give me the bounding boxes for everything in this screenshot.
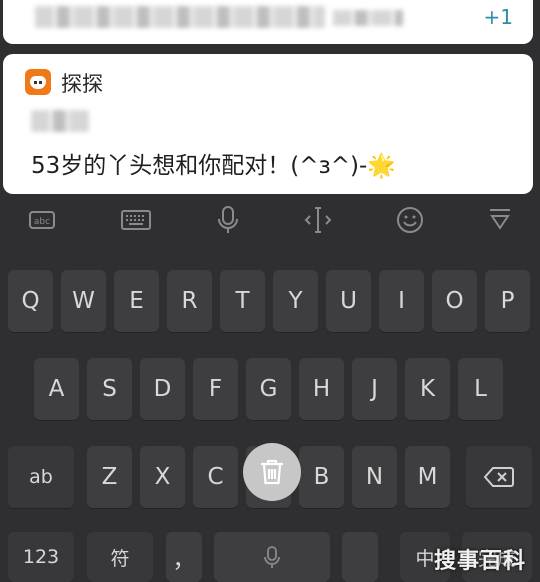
keyboard-icon[interactable]	[120, 204, 152, 236]
key-c[interactable]: C	[193, 446, 238, 508]
keyboard-toolbar: abc	[0, 196, 540, 246]
blurred-sender-text	[35, 6, 325, 28]
space-mic-icon	[264, 546, 280, 568]
key-b[interactable]: B	[299, 446, 344, 508]
emoji-icon[interactable]	[394, 204, 426, 236]
watermark-logo: 搜事百科	[433, 549, 526, 574]
key-r[interactable]: R	[167, 270, 212, 332]
key-z[interactable]: Z	[87, 446, 132, 508]
key-l[interactable]: L	[458, 358, 503, 420]
previous-notification[interactable]: +1	[3, 0, 533, 44]
trash-button[interactable]	[243, 443, 301, 501]
key-w[interactable]: W	[61, 270, 106, 332]
key-h[interactable]: H	[299, 358, 344, 420]
key-j[interactable]: J	[352, 358, 397, 420]
key-x[interactable]: X	[140, 446, 185, 508]
key-numbers[interactable]: 123	[8, 532, 74, 582]
key-u[interactable]: U	[326, 270, 371, 332]
cursor-move-icon[interactable]	[302, 204, 334, 236]
key-p[interactable]: P	[485, 270, 530, 332]
key-q[interactable]: Q	[8, 270, 53, 332]
tantan-app-icon	[25, 69, 51, 95]
trash-icon	[261, 459, 283, 485]
blurred-sender-name	[31, 110, 89, 132]
key-period[interactable]	[342, 532, 378, 582]
notification-app-name: 探探	[61, 72, 103, 96]
key-g[interactable]: G	[246, 358, 291, 420]
collapse-keyboard-icon[interactable]	[484, 204, 516, 236]
key-t[interactable]: T	[220, 270, 265, 332]
microphone-icon[interactable]	[212, 204, 244, 236]
notification-message: 53岁的丫头想和你配对！(^з^)-🌟	[31, 153, 396, 179]
key-e[interactable]: E	[114, 270, 159, 332]
key-a[interactable]: A	[34, 358, 79, 420]
key-d[interactable]: D	[140, 358, 185, 420]
backspace-icon	[484, 467, 514, 487]
key-ab-switch[interactable]: ab	[8, 446, 74, 508]
key-o[interactable]: O	[432, 270, 477, 332]
keyboard-switch-icon[interactable]: abc	[26, 204, 58, 236]
key-f[interactable]: F	[193, 358, 238, 420]
key-n[interactable]: N	[352, 446, 397, 508]
key-m[interactable]: M	[405, 446, 450, 508]
key-i[interactable]: I	[379, 270, 424, 332]
svg-text:abc: abc	[34, 217, 50, 227]
key-k[interactable]: K	[405, 358, 450, 420]
key-s[interactable]: S	[87, 358, 132, 420]
key-space[interactable]	[214, 532, 330, 582]
notification-count-badge: +1	[483, 5, 513, 29]
blurred-preview-text	[333, 10, 403, 26]
key-y[interactable]: Y	[273, 270, 318, 332]
key-backspace[interactable]	[466, 446, 532, 508]
key-symbols[interactable]: 符	[87, 532, 153, 582]
tantan-notification[interactable]: 探探 53岁的丫头想和你配对！(^з^)-🌟	[3, 54, 533, 194]
key-comma[interactable]: ，	[166, 532, 202, 582]
